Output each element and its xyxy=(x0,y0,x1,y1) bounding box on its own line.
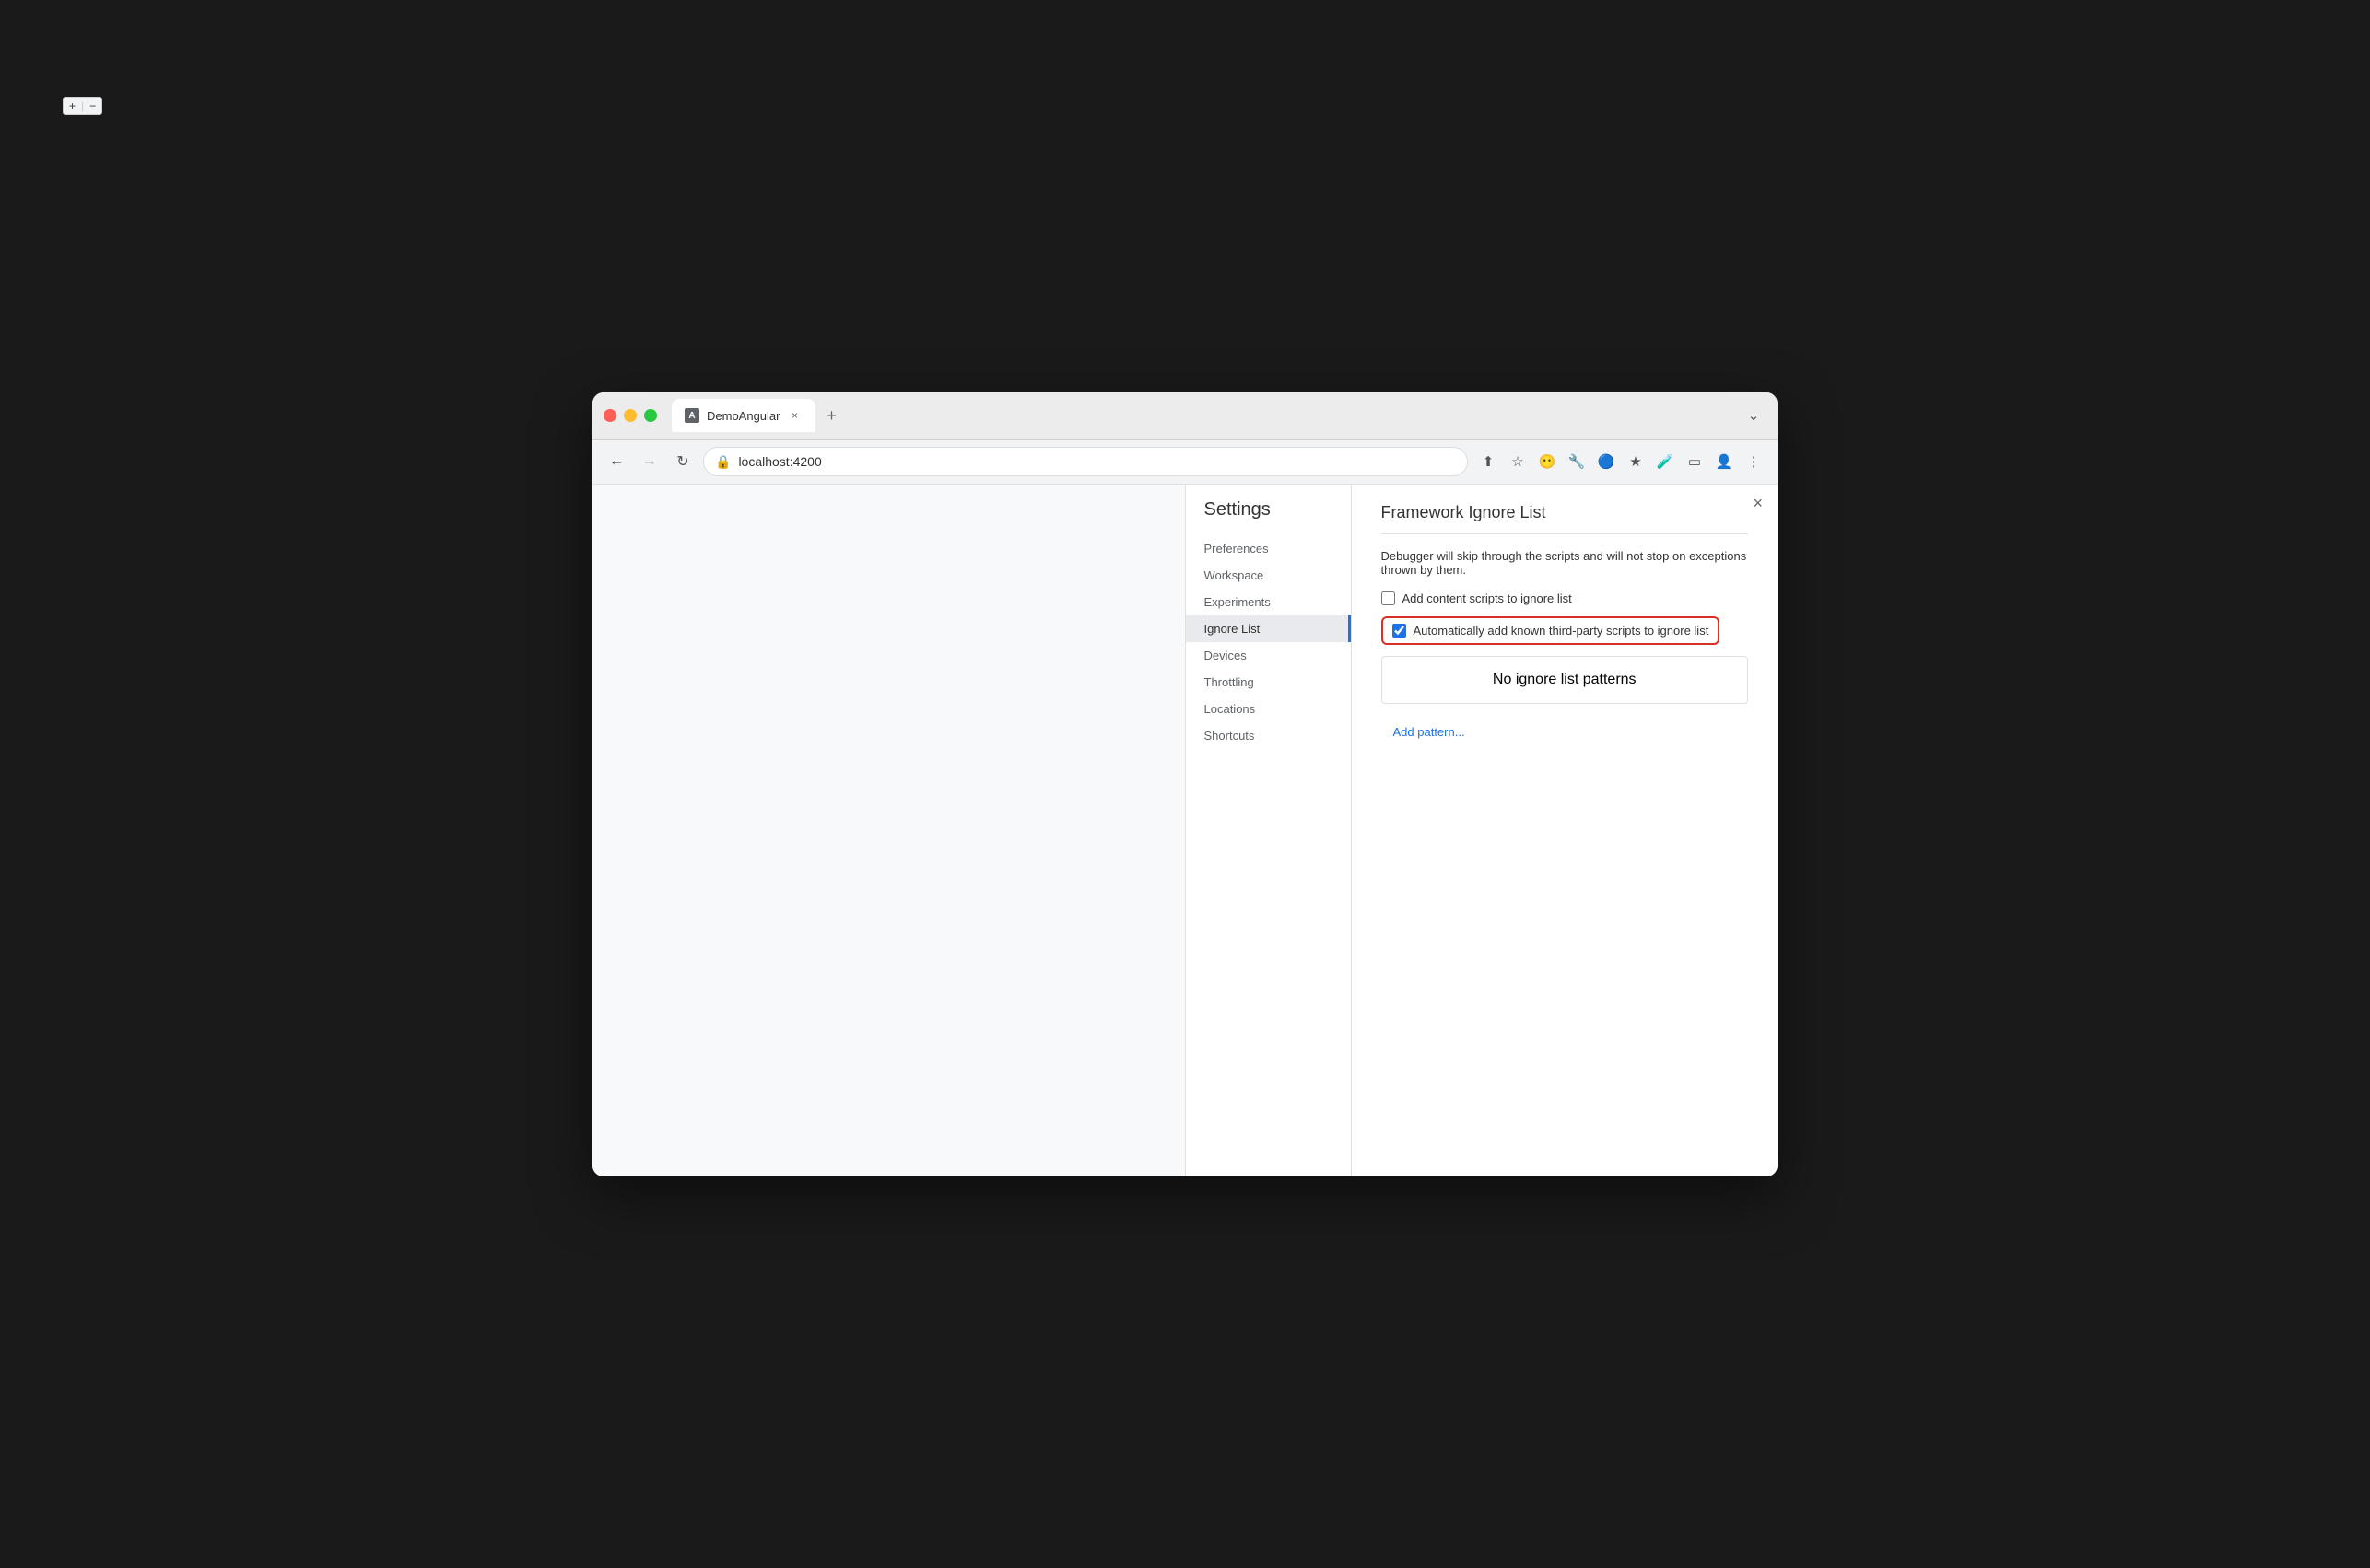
address-bar[interactable]: 🔒 localhost:4200 xyxy=(703,447,1468,476)
sidebar-item-experiments[interactable]: Experiments xyxy=(1186,589,1351,615)
minimize-button[interactable] xyxy=(624,409,637,422)
profile-icon[interactable]: 👤 xyxy=(1711,449,1737,474)
share-icon[interactable]: ⬆ xyxy=(1475,449,1501,474)
tab-title: DemoAngular xyxy=(707,409,780,423)
traffic-lights xyxy=(604,409,657,422)
patterns-box: No ignore list patterns xyxy=(1381,656,1749,704)
reload-button[interactable]: ↻ xyxy=(670,449,696,474)
sidebar-icon[interactable]: ▭ xyxy=(1682,449,1707,474)
extension2-icon[interactable]: 🔧 xyxy=(1564,449,1590,474)
tab-close-button[interactable]: × xyxy=(788,408,803,423)
sidebar-item-workspace[interactable]: Workspace xyxy=(1186,562,1351,589)
settings-content: Framework Ignore List Debugger will skip… xyxy=(1352,485,1778,1176)
maximize-button[interactable] xyxy=(644,409,657,422)
forward-button[interactable]: → xyxy=(637,449,663,474)
extension1-icon[interactable]: 😶 xyxy=(1534,449,1560,474)
settings-layout: Settings Preferences Workspace Experimen… xyxy=(1186,485,1778,1176)
sidebar-item-devices[interactable]: Devices xyxy=(1186,642,1351,669)
sidebar-item-throttling[interactable]: Throttling xyxy=(1186,669,1351,696)
add-content-scripts-checkbox[interactable] xyxy=(1381,591,1395,605)
browser-navbar: ← → ↻ 🔒 localhost:4200 ⬆ ☆ 😶 🔧 🔵 ★ 🧪 ▭ 👤… xyxy=(592,440,1778,485)
active-tab[interactable]: A DemoAngular × xyxy=(672,399,815,432)
section-description: Debugger will skip through the scripts a… xyxy=(1381,549,1749,577)
back-button[interactable]: ← xyxy=(604,449,629,474)
sidebar-item-preferences[interactable]: Preferences xyxy=(1186,535,1351,562)
bookmark-icon[interactable]: ☆ xyxy=(1505,449,1531,474)
section-divider xyxy=(1381,533,1749,534)
devtools-panel: × Settings Preferences Workspace Experim… xyxy=(1185,485,1778,1176)
address-icon: 🔒 xyxy=(715,454,731,470)
address-text: localhost:4200 xyxy=(738,454,821,469)
sidebar-item-shortcuts[interactable]: Shortcuts xyxy=(1186,722,1351,749)
new-tab-button[interactable]: + xyxy=(819,403,845,428)
sidebar-item-locations[interactable]: Locations xyxy=(1186,696,1351,722)
browser-content: + | − × Settings Preferences Workspace E… xyxy=(592,485,1778,1176)
chrome-menu-button[interactable]: ⌄ xyxy=(1741,403,1766,428)
auto-add-third-party-checkbox[interactable] xyxy=(1392,624,1406,638)
tab-favicon: A xyxy=(685,408,699,423)
extension3-icon[interactable]: 🔵 xyxy=(1593,449,1619,474)
auto-add-third-party-label[interactable]: Automatically add known third-party scri… xyxy=(1414,624,1709,638)
extension4-icon[interactable]: ★ xyxy=(1623,449,1648,474)
sidebar-item-ignore-list[interactable]: Ignore List xyxy=(1186,615,1351,642)
checkbox1-row: Add content scripts to ignore list xyxy=(1381,591,1749,605)
checkbox2-highlighted-row: Automatically add known third-party scri… xyxy=(1381,616,1720,645)
settings-sidebar: Settings Preferences Workspace Experimen… xyxy=(1186,485,1352,1176)
tab-bar: A DemoAngular × + xyxy=(672,399,1741,432)
add-pattern-button[interactable]: Add pattern... xyxy=(1381,719,1477,745)
devtools-close-button[interactable]: × xyxy=(1753,494,1763,513)
settings-title: Settings xyxy=(1186,499,1351,535)
section-title: Framework Ignore List xyxy=(1381,503,1749,522)
page-content xyxy=(592,485,1185,1176)
close-button[interactable] xyxy=(604,409,616,422)
extension5-icon[interactable]: 🧪 xyxy=(1652,449,1678,474)
more-menu-icon[interactable]: ⋮ xyxy=(1741,449,1766,474)
browser-titlebar: A DemoAngular × + ⌄ xyxy=(592,392,1778,440)
add-content-scripts-label[interactable]: Add content scripts to ignore list xyxy=(1402,591,1572,605)
patterns-empty-text: No ignore list patterns xyxy=(1493,672,1637,687)
nav-actions: ⬆ ☆ 😶 🔧 🔵 ★ 🧪 ▭ 👤 ⋮ xyxy=(1475,449,1766,474)
